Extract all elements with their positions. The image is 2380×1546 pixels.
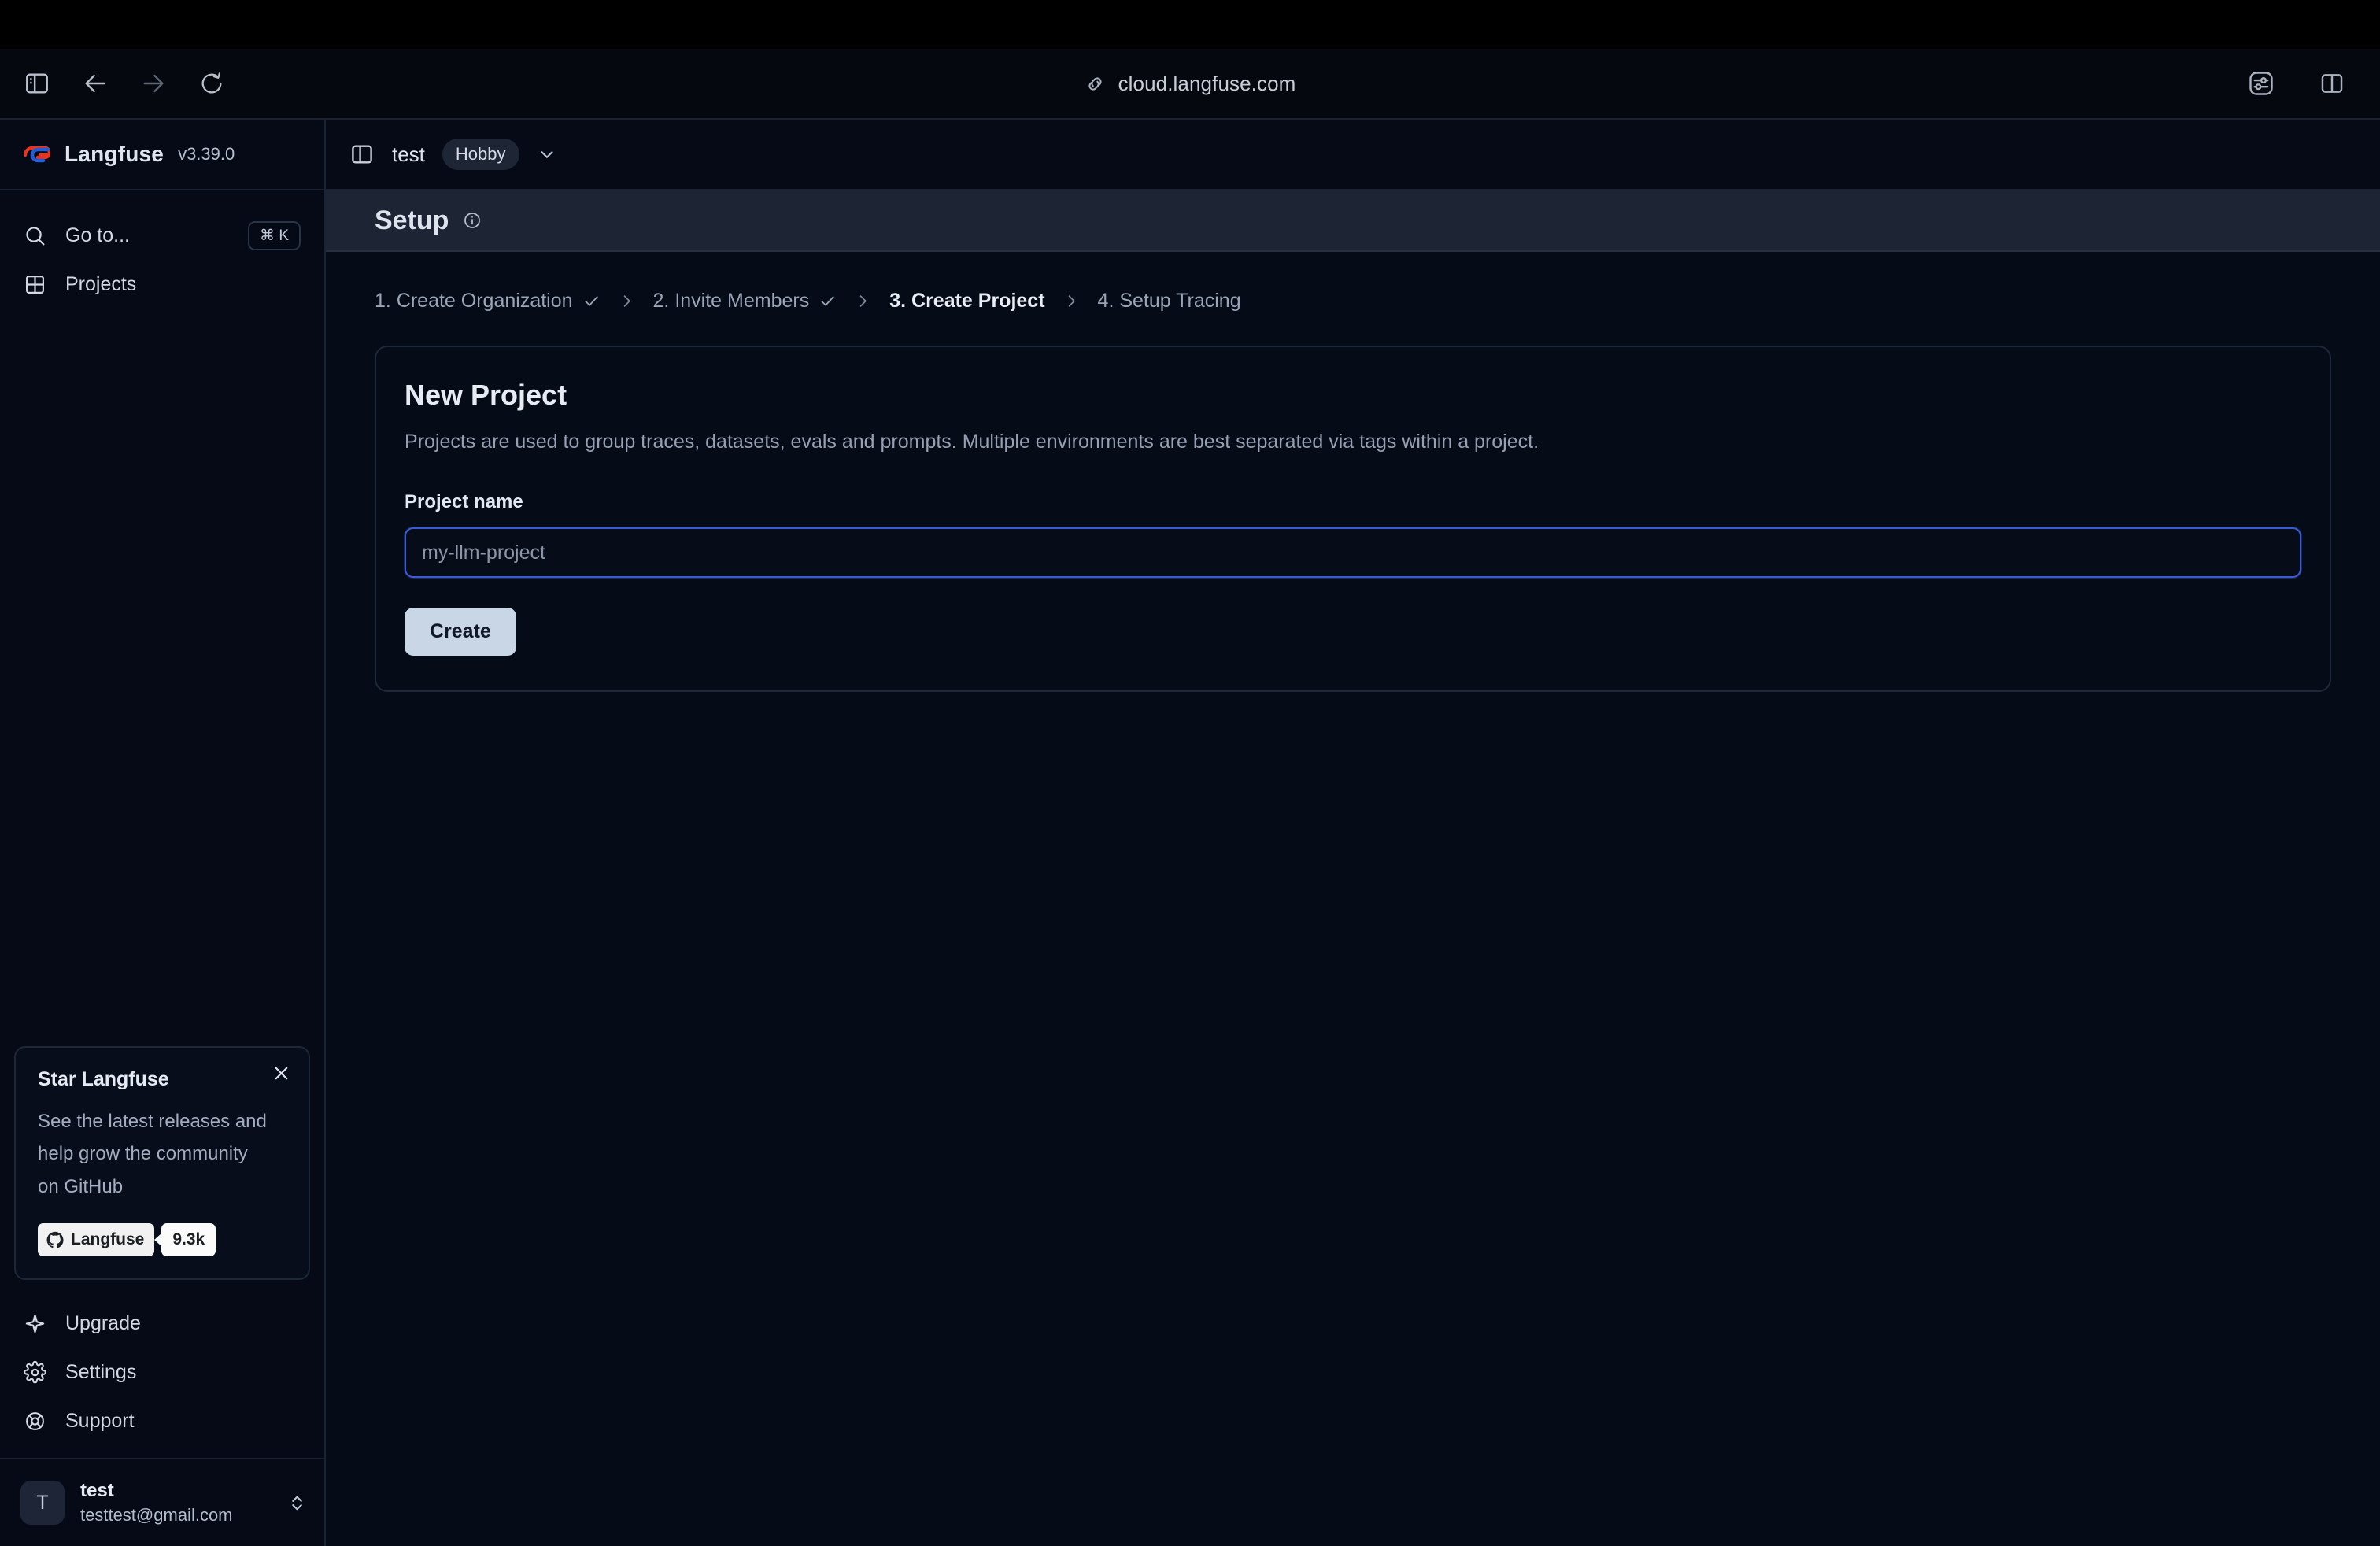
- panel-toggle-icon[interactable]: [349, 142, 375, 167]
- chevron-right-icon: [854, 292, 872, 310]
- step-label: 2. Invite Members: [652, 290, 810, 312]
- github-icon: [46, 1231, 64, 1248]
- sidebar-toggle-icon[interactable]: [13, 59, 61, 108]
- page-title: Setup: [375, 205, 449, 235]
- sidebar: Langfuse v3.39.0 Go to... ⌘ K Projects S…: [0, 120, 326, 1546]
- project-name-label: Project name: [405, 491, 523, 512]
- gear-icon: [24, 1360, 46, 1384]
- project-name[interactable]: test: [392, 142, 425, 167]
- sidebar-item-label: Settings: [65, 1360, 137, 1383]
- github-star-count: 9.3k: [161, 1223, 216, 1256]
- github-star-badge[interactable]: Langfuse 9.3k: [38, 1223, 216, 1256]
- sidebar-item-settings[interactable]: Settings: [0, 1348, 324, 1396]
- chevron-up-down-icon: [287, 1493, 307, 1513]
- github-badge-label-group: Langfuse: [38, 1223, 155, 1256]
- chevron-right-icon: [618, 292, 636, 310]
- close-icon[interactable]: [272, 1063, 291, 1083]
- browser-titlebar: [0, 0, 2380, 49]
- page-settings-icon[interactable]: [2237, 59, 2286, 108]
- forward-arrow-icon[interactable]: [129, 59, 178, 108]
- new-project-card: New Project Projects are used to group t…: [375, 346, 2331, 692]
- step-invite-members[interactable]: 2. Invite Members: [653, 290, 837, 313]
- sidebar-item-projects[interactable]: Projects: [0, 260, 324, 309]
- user-name: test: [80, 1480, 114, 1501]
- card-description: Projects are used to group traces, datas…: [405, 431, 1539, 453]
- browser-nav-controls: [13, 59, 236, 108]
- browser-chrome: cloud.langfuse.com: [0, 0, 2380, 120]
- avatar: T: [20, 1481, 65, 1525]
- langfuse-logo-icon: [23, 142, 52, 166]
- step-label: 3. Create Project: [889, 290, 1045, 312]
- info-icon[interactable]: [463, 211, 482, 230]
- chevron-right-icon: [1062, 292, 1081, 310]
- check-icon: [819, 292, 837, 310]
- project-name-input[interactable]: [405, 527, 2301, 578]
- main-content: test Hobby Setup 1. Create Organization: [326, 120, 2380, 1546]
- keyboard-shortcut-badge: ⌘ K: [248, 220, 301, 250]
- split-view-icon[interactable]: [2308, 59, 2356, 108]
- search-icon: [24, 224, 46, 247]
- plan-badge: Hobby: [442, 139, 519, 170]
- sidebar-item-label: Support: [65, 1409, 135, 1432]
- step-create-organization[interactable]: 1. Create Organization: [375, 290, 601, 313]
- star-langfuse-card: Star Langfuse See the latest releases an…: [14, 1046, 310, 1280]
- check-icon: [582, 292, 601, 310]
- create-button[interactable]: Create: [405, 608, 516, 656]
- setup-stepper: 1. Create Organization 2. Invite Members: [375, 290, 2331, 313]
- grid-icon: [24, 273, 46, 296]
- project-header: test Hobby: [326, 120, 2380, 190]
- app-root: Langfuse v3.39.0 Go to... ⌘ K Projects S…: [0, 120, 2380, 1546]
- address-bar[interactable]: cloud.langfuse.com: [0, 72, 2380, 96]
- sparkle-icon: [24, 1312, 46, 1335]
- reload-icon[interactable]: [187, 59, 236, 108]
- user-email: testtest@gmail.com: [80, 1505, 233, 1525]
- page-title-bar: Setup: [326, 190, 2380, 252]
- sidebar-item-go-to[interactable]: Go to... ⌘ K: [0, 211, 324, 260]
- link-icon: [1085, 73, 1106, 94]
- chevron-down-icon[interactable]: [537, 144, 557, 165]
- back-arrow-icon[interactable]: [71, 59, 120, 108]
- user-meta: test testtest@gmail.com: [80, 1480, 272, 1526]
- sidebar-item-support[interactable]: Support: [0, 1396, 324, 1445]
- sidebar-primary-nav: Go to... ⌘ K Projects: [0, 190, 324, 309]
- url-text: cloud.langfuse.com: [1118, 71, 1296, 95]
- sidebar-secondary-nav: Upgrade Settings Support: [0, 1299, 324, 1458]
- step-setup-tracing[interactable]: 4. Setup Tracing: [1098, 290, 1241, 313]
- page-content: 1. Create Organization 2. Invite Members: [326, 252, 2380, 692]
- sidebar-item-upgrade[interactable]: Upgrade: [0, 1299, 324, 1348]
- step-create-project[interactable]: 3. Create Project: [889, 290, 1044, 313]
- step-label: 1. Create Organization: [375, 290, 573, 312]
- star-card-body: See the latest releases and help grow th…: [38, 1111, 267, 1197]
- browser-right-controls: [2237, 59, 2356, 108]
- step-label: 4. Setup Tracing: [1097, 290, 1241, 312]
- brand-name: Langfuse: [65, 142, 164, 166]
- user-account-button[interactable]: T test testtest@gmail.com: [0, 1458, 324, 1546]
- life-buoy-icon: [24, 1410, 46, 1433]
- github-badge-label: Langfuse: [71, 1230, 145, 1248]
- sidebar-brand[interactable]: Langfuse v3.39.0: [0, 120, 324, 190]
- brand-version: v3.39.0: [178, 144, 235, 164]
- sidebar-item-label: Go to...: [65, 224, 130, 246]
- browser-toolbar: cloud.langfuse.com: [0, 49, 2380, 120]
- star-card-title: Star Langfuse: [38, 1068, 169, 1091]
- card-title: New Project: [405, 379, 567, 411]
- sidebar-item-label: Projects: [65, 272, 137, 295]
- sidebar-item-label: Upgrade: [65, 1311, 141, 1334]
